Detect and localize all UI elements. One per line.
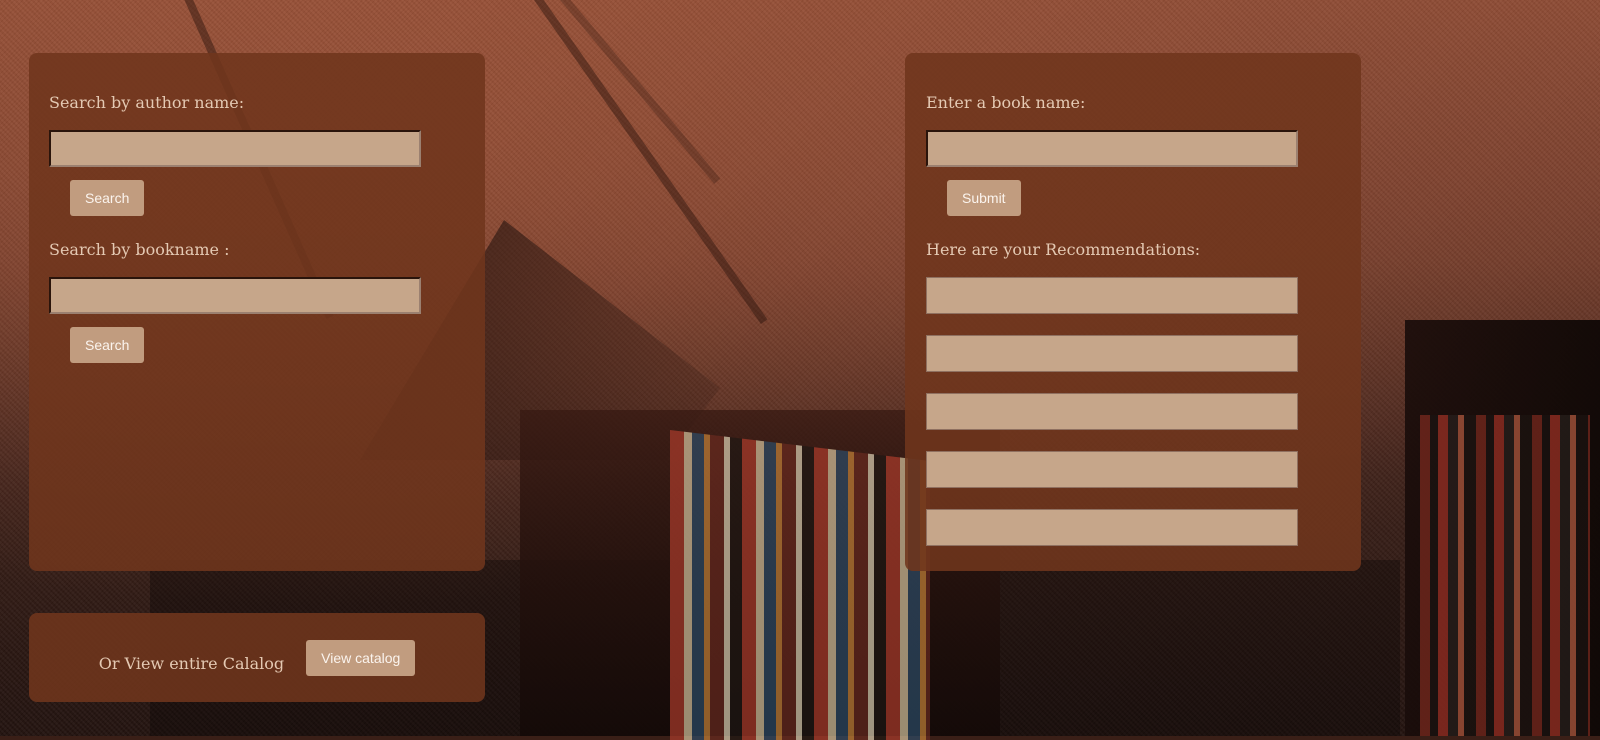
submit-button[interactable]: Submit <box>947 180 1021 216</box>
bookname-search-button[interactable]: Search <box>70 327 145 363</box>
recommendation-field-3 <box>926 393 1298 430</box>
catalog-text: Or View entire Calalog <box>98 653 285 673</box>
author-search-button[interactable]: Search <box>70 180 145 216</box>
recommendations-label: Here are your Recommendations: <box>926 240 1201 259</box>
view-catalog-button[interactable]: View catalog <box>306 639 416 676</box>
book-name-label: Enter a book name: <box>926 93 1086 112</box>
recommendation-list <box>926 277 1341 546</box>
author-search-input[interactable] <box>49 130 421 167</box>
submit-button-row: Submit <box>926 180 1341 216</box>
recommendation-field-5 <box>926 509 1298 546</box>
author-search-label: Search by author name: <box>49 93 245 112</box>
recommendation-field-4 <box>926 451 1298 488</box>
background-beam <box>560 0 721 184</box>
recommendation-panel: Enter a book name: Submit Here are your … <box>905 53 1361 571</box>
bookname-search-label: Search by bookname : <box>49 240 230 259</box>
catalog-panel: Or View entire Calalog View catalog <box>29 613 485 702</box>
recommendation-field-1 <box>926 277 1298 314</box>
book-name-input[interactable] <box>926 130 1298 167</box>
bookname-search-input[interactable] <box>49 277 421 314</box>
bookname-search-button-row: Search <box>49 327 465 363</box>
recommendation-field-2 <box>926 335 1298 372</box>
search-panel: Search by author name: Search Search by … <box>29 53 485 571</box>
author-search-button-row: Search <box>49 180 465 216</box>
background-bookshelf-right <box>1405 320 1600 736</box>
